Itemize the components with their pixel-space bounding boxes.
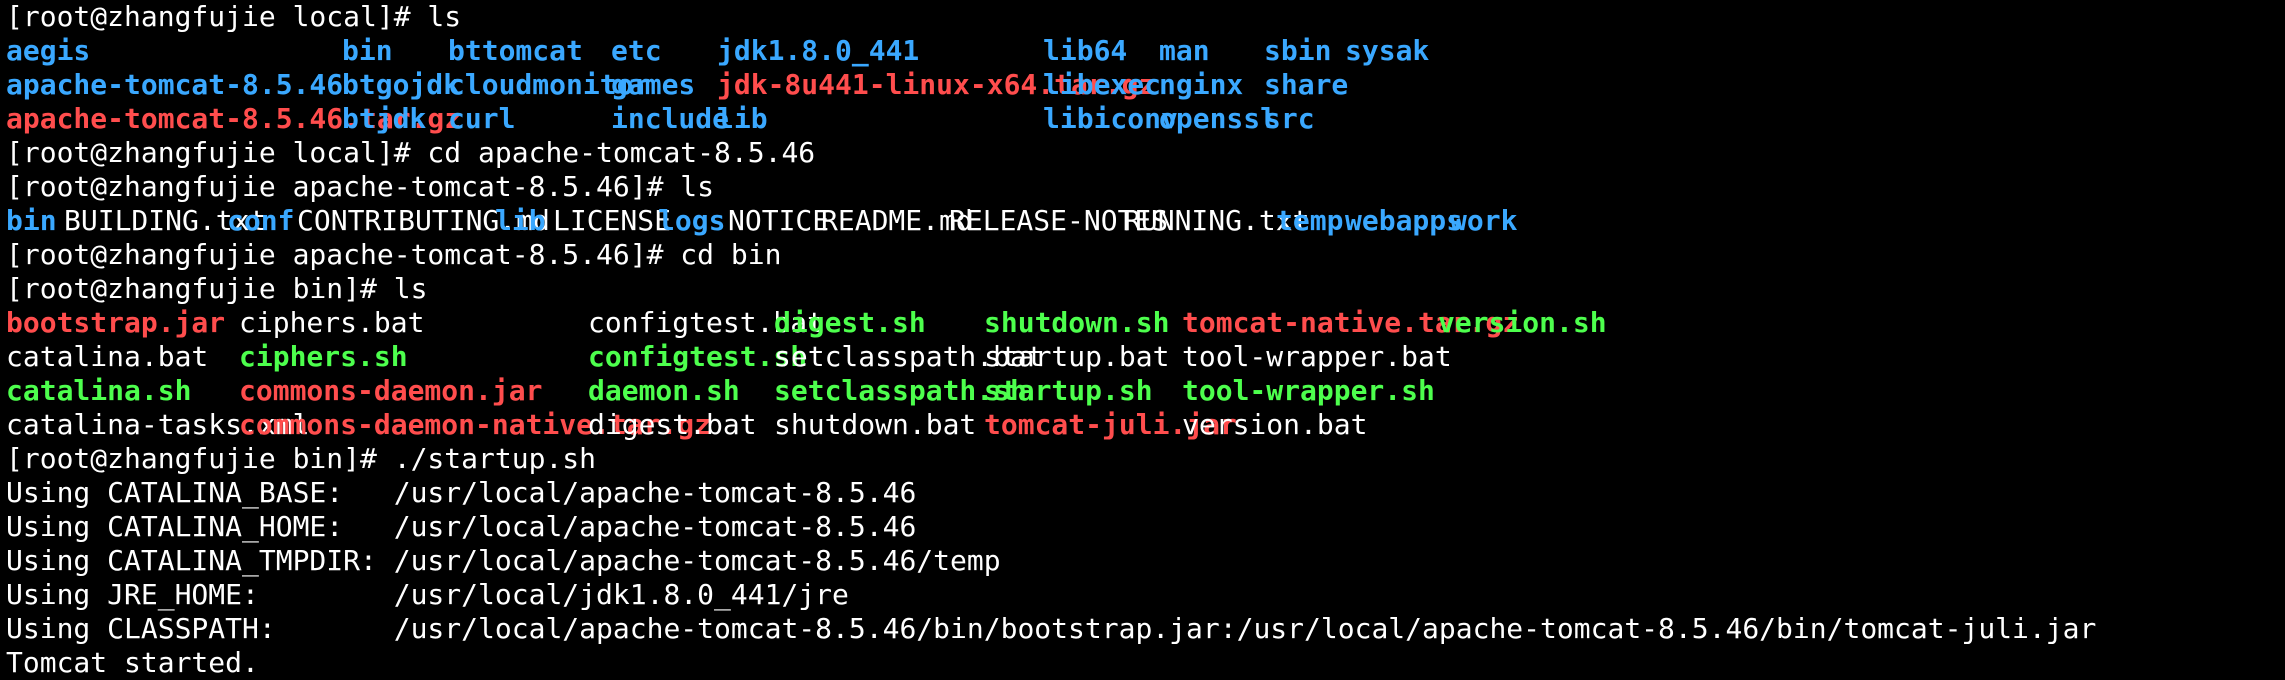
file-entry: startup.bat bbox=[984, 340, 1170, 373]
executable-file-entry: shutdown.sh bbox=[984, 306, 1170, 339]
ls-output-row: bootstrap.jar ciphers.bat configtest.bat di… bbox=[6, 306, 2285, 340]
shell-prompt-line: [root@zhangfujie bin]# ls bbox=[6, 272, 428, 305]
directory-entry: bin bbox=[342, 34, 393, 67]
directory-entry: webapps bbox=[1345, 204, 1464, 237]
ls-output-row: catalina-tasks.xml commons-daemon-native.… bbox=[6, 408, 2285, 442]
directory-entry: temp bbox=[1276, 204, 1344, 237]
executable-file-entry: version.sh bbox=[1438, 306, 1607, 339]
file-entry: version.bat bbox=[1182, 408, 1368, 441]
executable-file-entry: catalina.sh bbox=[6, 374, 192, 407]
ls-output-row: bin BUILDING.txt conf CONTRIBUTING.md lib LIC… bbox=[6, 204, 2285, 238]
directory-entry: curl bbox=[448, 102, 516, 135]
shell-prompt-line: [root@zhangfujie local]# cd apache-tomca… bbox=[6, 136, 816, 169]
shell-prompt-line: [root@zhangfujie local]# ls bbox=[6, 0, 462, 33]
directory-entry: btgojdk bbox=[342, 68, 461, 101]
directory-entry: conf bbox=[227, 204, 295, 237]
directory-entry: sysak bbox=[1345, 34, 1430, 67]
directory-entry: games bbox=[611, 68, 696, 101]
directory-entry: bin bbox=[6, 204, 57, 237]
directory-entry: libexec bbox=[1043, 68, 1162, 101]
file-entry: shutdown.bat bbox=[774, 408, 977, 441]
directory-entry: share bbox=[1264, 68, 1349, 101]
file-entry: tool-wrapper.bat bbox=[1182, 340, 1452, 373]
shell-prompt-line: [root@zhangfujie apache-tomcat-8.5.46]# … bbox=[6, 170, 715, 203]
ls-output-row: catalina.sh commons-daemon.jar daemon.sh se… bbox=[6, 374, 2285, 408]
command-output-line: Using CATALINA_TMPDIR: /usr/local/apache… bbox=[6, 544, 1001, 577]
executable-file-entry: daemon.sh bbox=[588, 374, 740, 407]
archive-file-entry: bootstrap.jar bbox=[6, 306, 226, 339]
ls-output-row: catalina.bat ciphers.sh configtest.sh setcl… bbox=[6, 340, 2285, 374]
directory-entry: bttomcat bbox=[448, 34, 583, 67]
terminal-window[interactable]: [root@zhangfujie local]# ls aegis bin bttom… bbox=[0, 0, 2285, 679]
ls-output-row: apache-tomcat-8.5.46.tar.gz btjdk curl incl… bbox=[6, 102, 2285, 136]
directory-entry: etc bbox=[611, 34, 662, 67]
file-entry: catalina.bat bbox=[6, 340, 209, 373]
directory-entry: apache-tomcat-8.5.46 bbox=[6, 68, 344, 101]
command-output-line: Using CATALINA_BASE: /usr/local/apache-t… bbox=[6, 476, 917, 509]
file-entry: LICENSE bbox=[553, 204, 672, 237]
directory-entry: sbin bbox=[1264, 34, 1332, 67]
command-output-line: Using CLASSPATH: /usr/local/apache-tomca… bbox=[6, 612, 2097, 645]
file-entry: ciphers.bat bbox=[239, 306, 425, 339]
directory-entry: openssl bbox=[1159, 102, 1278, 135]
directory-entry: jdk1.8.0_441 bbox=[717, 34, 920, 67]
directory-entry: src bbox=[1264, 102, 1315, 135]
executable-file-entry: digest.sh bbox=[774, 306, 926, 339]
directory-entry: btjdk bbox=[342, 102, 427, 135]
directory-entry: man bbox=[1159, 34, 1210, 67]
command-output-line: Using CATALINA_HOME: /usr/local/apache-t… bbox=[6, 510, 917, 543]
ls-output-row: apache-tomcat-8.5.46 btgojdk cloudmonitor g… bbox=[6, 68, 2285, 102]
executable-file-entry: ciphers.sh bbox=[239, 340, 408, 373]
shell-prompt-line: [root@zhangfujie bin]# ./startup.sh bbox=[6, 442, 597, 475]
executable-file-entry: tool-wrapper.sh bbox=[1182, 374, 1435, 407]
command-output-line: Using JRE_HOME: /usr/local/jdk1.8.0_441/… bbox=[6, 578, 849, 611]
directory-entry: logs bbox=[658, 204, 726, 237]
file-entry: NOTICE bbox=[728, 204, 830, 237]
directory-entry: work bbox=[1450, 204, 1518, 237]
directory-entry: aegis bbox=[6, 34, 91, 67]
directory-entry: include bbox=[611, 102, 730, 135]
shell-prompt-line: [root@zhangfujie apache-tomcat-8.5.46]# … bbox=[6, 238, 782, 271]
executable-file-entry: startup.sh bbox=[984, 374, 1153, 407]
directory-entry: lib64 bbox=[1043, 34, 1128, 67]
directory-entry: libiconv bbox=[1043, 102, 1178, 135]
directory-entry: nginx bbox=[1159, 68, 1244, 101]
directory-entry: lib bbox=[717, 102, 768, 135]
directory-entry: lib bbox=[495, 204, 546, 237]
archive-file-entry: commons-daemon.jar bbox=[239, 374, 543, 407]
file-entry: digest.bat bbox=[588, 408, 757, 441]
ls-output-row: aegis bin bttomcat etc jdk1.8.0_441 lib64 man s… bbox=[6, 34, 2285, 68]
command-output-line: Tomcat started. bbox=[6, 646, 259, 679]
